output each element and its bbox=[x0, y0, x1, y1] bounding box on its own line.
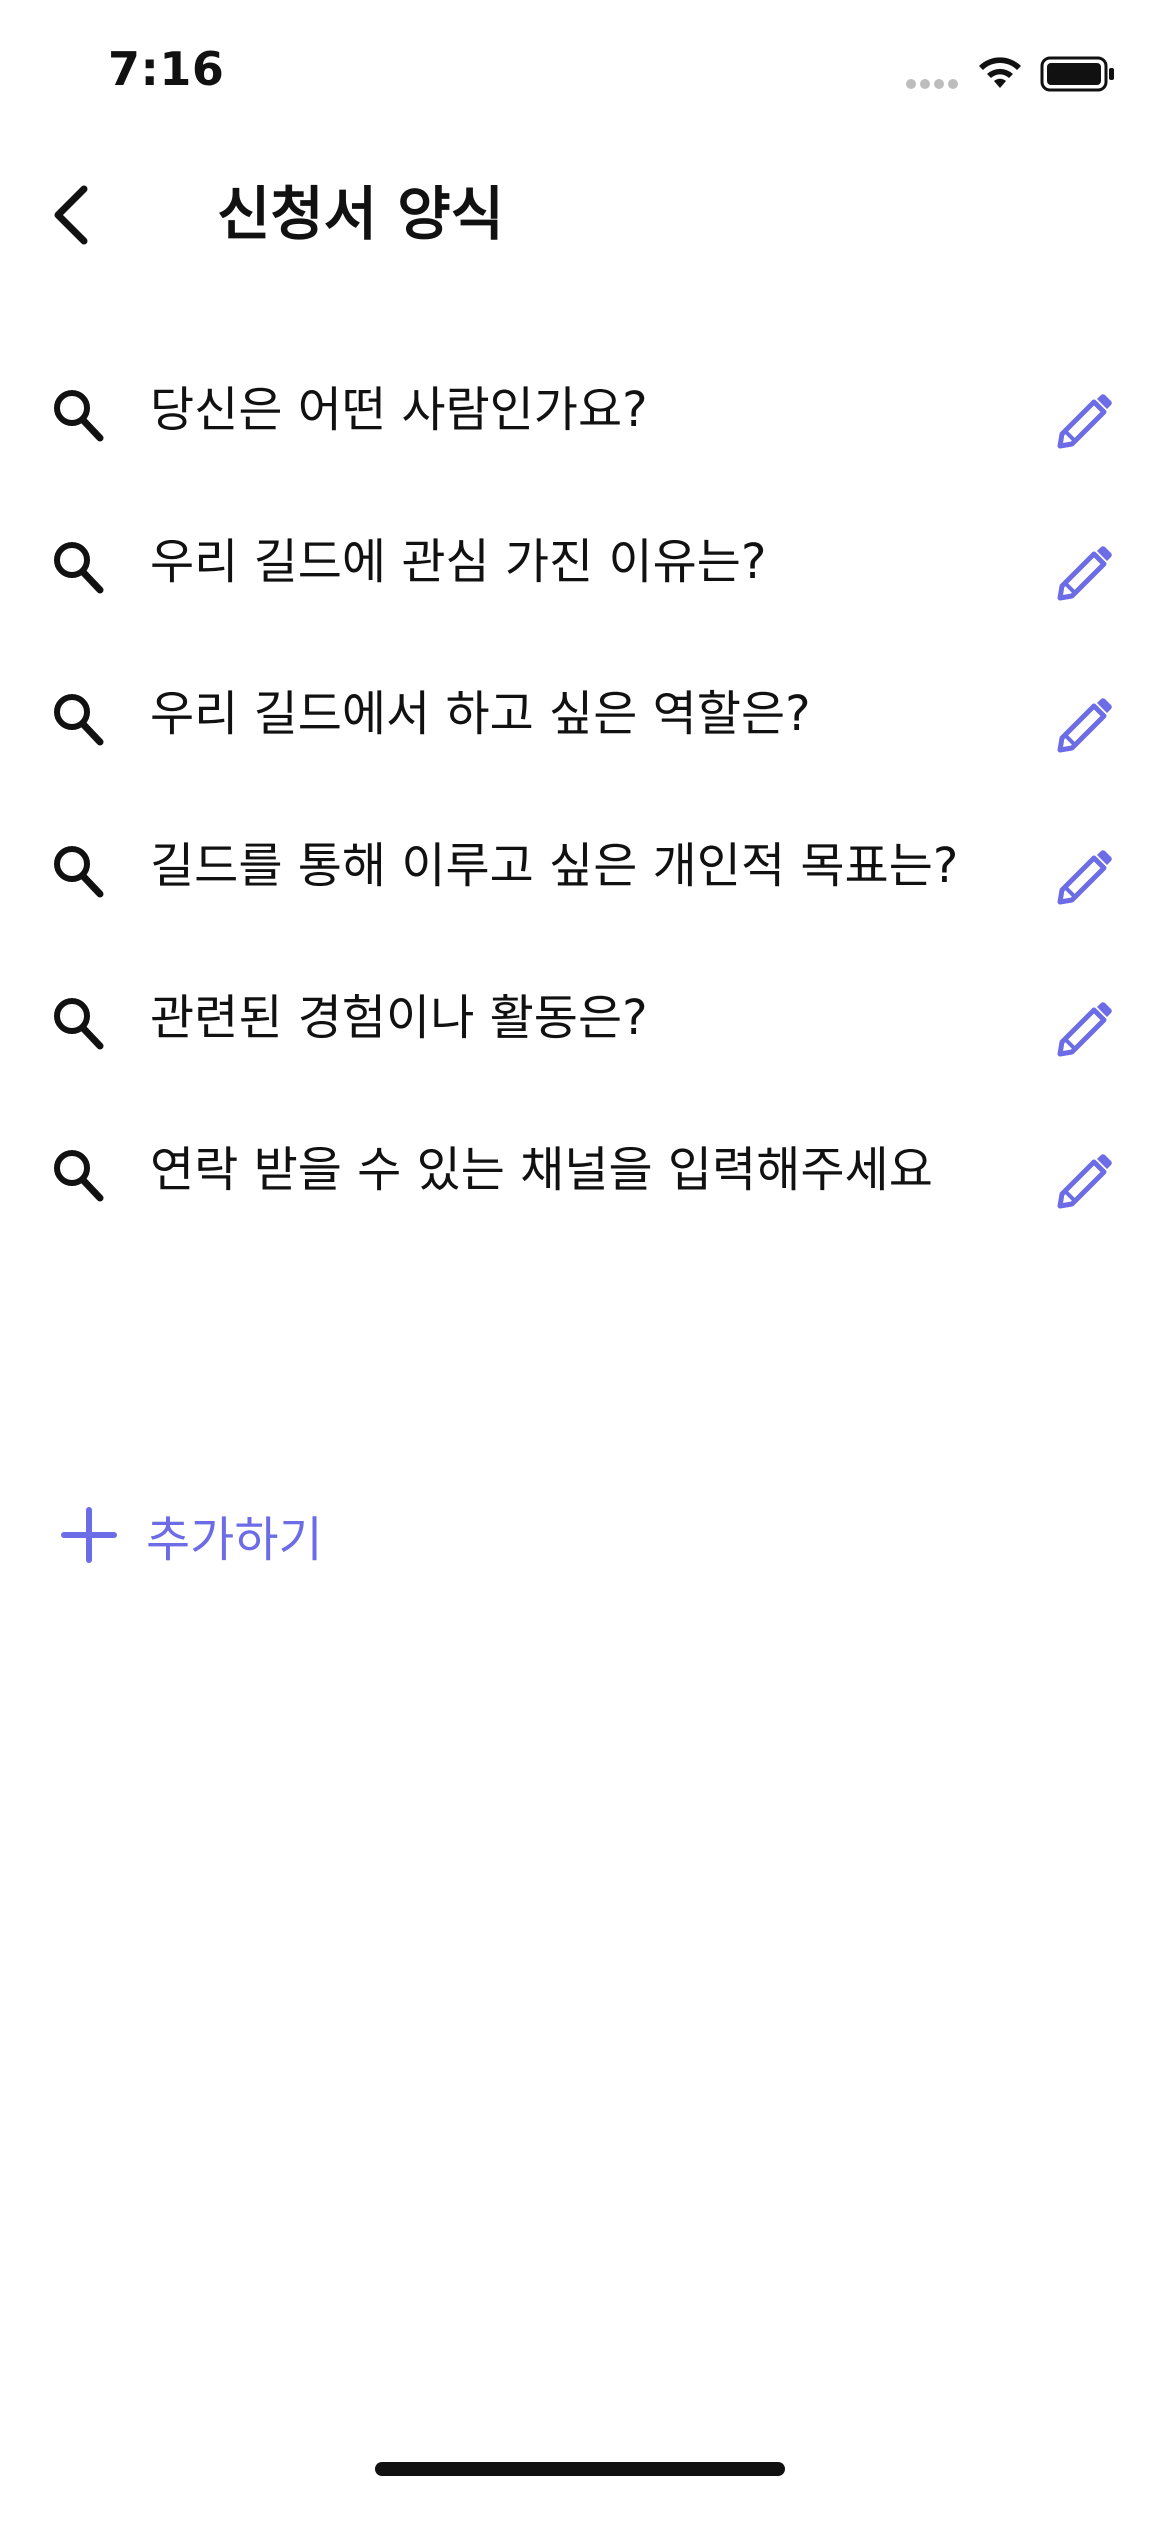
edit-question-button[interactable] bbox=[1050, 540, 1118, 608]
question-text: 당신은 어떤 사람인가요? bbox=[150, 382, 648, 438]
application-form-screen: 7:16 신청서 양식 당신은 어떤 사람인가요? 우리 길드에 관심 가진 이… bbox=[0, 0, 1170, 2532]
search-icon bbox=[54, 694, 104, 746]
search-icon bbox=[54, 998, 104, 1050]
edit-question-button[interactable] bbox=[1050, 844, 1118, 912]
pencil-icon bbox=[1057, 850, 1112, 905]
add-question-button[interactable]: 추가하기 bbox=[60, 1500, 323, 1570]
question-item[interactable]: 우리 길드에 관심 가진 이유는? bbox=[0, 492, 1170, 644]
status-bar: 7:16 bbox=[0, 0, 1170, 150]
edit-question-button[interactable] bbox=[1050, 1148, 1118, 1216]
question-text: 우리 길드에서 하고 싶은 역할은? bbox=[150, 686, 811, 742]
question-text: 우리 길드에 관심 가진 이유는? bbox=[150, 534, 767, 590]
page-title: 신청서 양식 bbox=[217, 180, 504, 248]
pencil-icon bbox=[1057, 546, 1112, 601]
question-text: 연락 받을 수 있는 채널을 입력해주세요 bbox=[150, 1142, 933, 1198]
header: 신청서 양식 bbox=[0, 150, 1170, 280]
question-item[interactable]: 길드를 통해 이루고 싶은 개인적 목표는? bbox=[0, 796, 1170, 948]
battery-icon bbox=[1040, 56, 1114, 92]
home-indicator[interactable] bbox=[375, 2462, 785, 2476]
signal-dots-icon bbox=[906, 79, 958, 89]
edit-question-button[interactable] bbox=[1050, 692, 1118, 760]
status-time: 7:16 bbox=[108, 42, 225, 96]
search-icon bbox=[54, 846, 104, 898]
question-text: 길드를 통해 이루고 싶은 개인적 목표는? bbox=[150, 838, 959, 894]
chevron-left-icon bbox=[54, 185, 88, 245]
question-item[interactable]: 우리 길드에서 하고 싶은 역할은? bbox=[0, 644, 1170, 796]
question-item[interactable]: 관련된 경험이나 활동은? bbox=[0, 948, 1170, 1100]
edit-question-button[interactable] bbox=[1050, 388, 1118, 456]
question-item[interactable]: 당신은 어떤 사람인가요? bbox=[0, 340, 1170, 492]
add-button-label: 추가하기 bbox=[146, 1512, 323, 1568]
plus-icon bbox=[61, 1507, 117, 1563]
question-list: 당신은 어떤 사람인가요? 우리 길드에 관심 가진 이유는? 우리 길드에서 … bbox=[0, 340, 1170, 1252]
pencil-icon bbox=[1057, 1154, 1112, 1209]
pencil-icon bbox=[1057, 394, 1112, 449]
pencil-icon bbox=[1057, 698, 1112, 753]
edit-question-button[interactable] bbox=[1050, 996, 1118, 1064]
back-button[interactable] bbox=[30, 170, 110, 260]
search-icon bbox=[54, 390, 104, 442]
pencil-icon bbox=[1057, 1002, 1112, 1057]
question-item[interactable]: 연락 받을 수 있는 채널을 입력해주세요 bbox=[0, 1100, 1170, 1252]
search-icon bbox=[54, 542, 104, 594]
search-icon bbox=[54, 1150, 104, 1202]
wifi-icon bbox=[979, 57, 1021, 88]
question-text: 관련된 경험이나 활동은? bbox=[150, 990, 648, 1046]
